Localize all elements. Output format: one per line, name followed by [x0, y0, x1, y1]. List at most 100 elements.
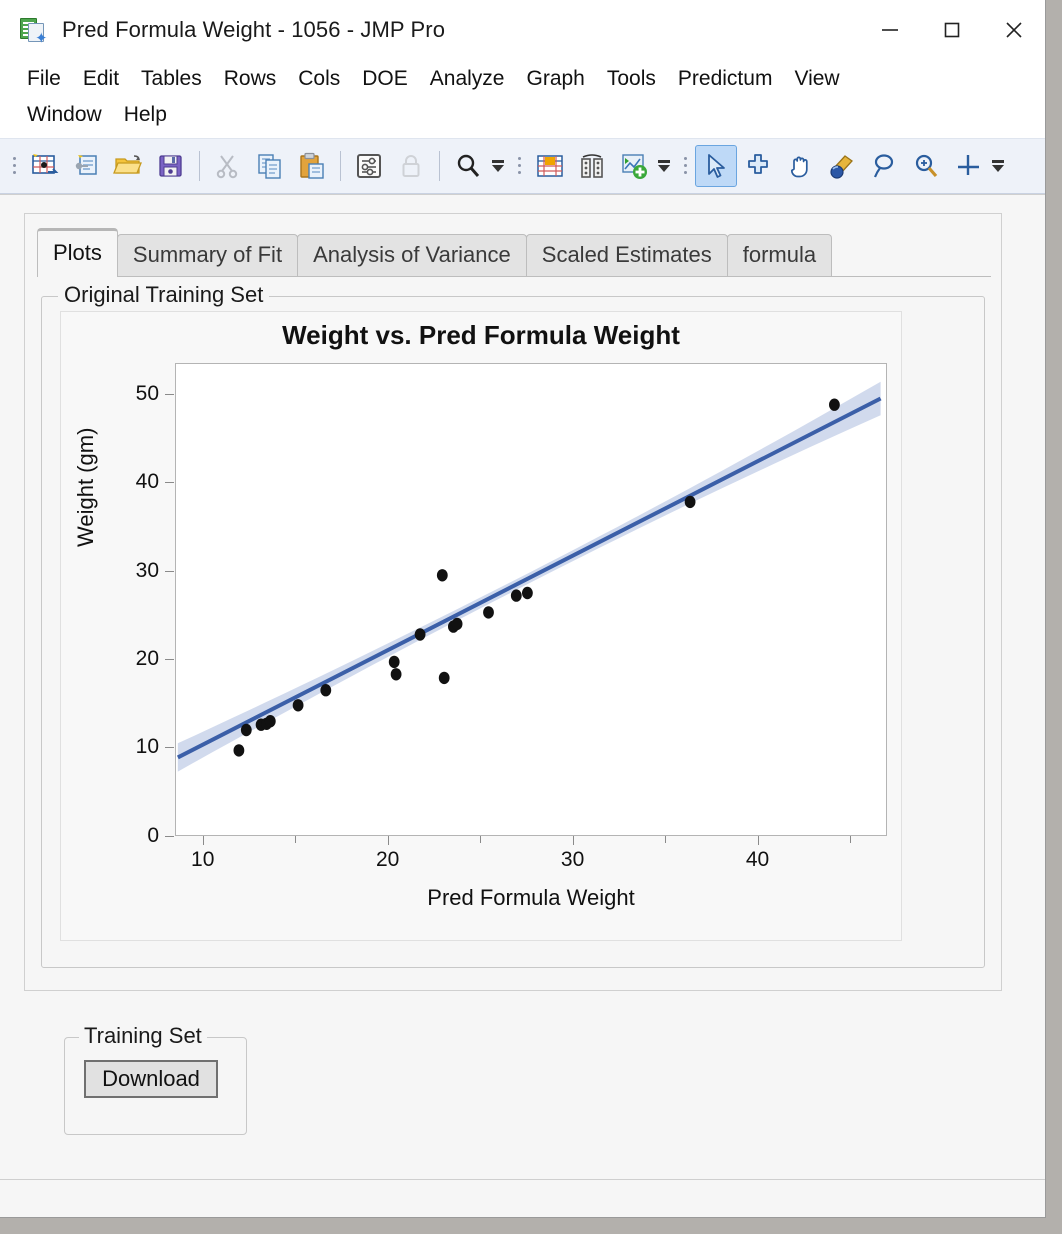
data-point: [233, 744, 245, 757]
y-tick-label: 10: [135, 735, 159, 759]
title-bar: ✦ Pred Formula Weight - 1056 - JMP Pro: [0, 0, 1045, 59]
group-original-training-set: Original Training Set Weight vs. Pred Fo…: [41, 281, 985, 968]
toolbar-grip-icon[interactable]: [514, 151, 524, 181]
magnifier-zoom-icon[interactable]: [905, 145, 947, 187]
tab-strip-underline: [37, 275, 991, 277]
lock-icon[interactable]: [390, 145, 432, 187]
y-tick-mark: [165, 835, 174, 837]
data-point: [483, 606, 494, 619]
download-button[interactable]: Download: [84, 1059, 218, 1098]
scatter-plot-svg: [176, 381, 882, 772]
close-button[interactable]: [983, 0, 1045, 59]
toolbar-separator: [340, 150, 341, 181]
toolbar: [0, 137, 1045, 194]
y-tick-label: 50: [135, 381, 159, 405]
menu-item-predictum[interactable]: Predictum: [667, 61, 784, 97]
minimize-button[interactable]: [859, 0, 921, 59]
save-icon[interactable]: [150, 145, 192, 187]
data-point: [684, 495, 696, 508]
menu-item-cols[interactable]: Cols: [287, 61, 351, 97]
tab-formula[interactable]: formula: [726, 233, 833, 276]
maximize-button[interactable]: [921, 0, 983, 59]
new-script-icon[interactable]: [66, 145, 108, 187]
tab-summary-of-fit[interactable]: Summary of Fit: [116, 233, 299, 276]
toolbar-group-tools: [673, 140, 1007, 192]
y-tick-mark: [165, 393, 174, 395]
lasso-icon[interactable]: [863, 145, 905, 187]
report-content: Plots Summary of Fit Analysis of Varianc…: [0, 193, 1045, 1217]
data-point: [390, 667, 402, 681]
x-tick-mark: [850, 835, 851, 843]
open-folder-icon[interactable]: [108, 145, 150, 187]
menu-item-file[interactable]: File: [16, 61, 72, 97]
data-table-icon[interactable]: [529, 145, 571, 187]
toolbar-group-file: [2, 140, 507, 192]
scatterplot-panel: Weight vs. Pred Formula Weight Weight (g…: [60, 310, 902, 941]
x-tick-mark: [387, 835, 389, 845]
menu-item-view[interactable]: View: [783, 61, 850, 97]
data-point: [292, 698, 304, 712]
toolbar-separator: [439, 150, 440, 181]
y-tick-mark: [165, 570, 174, 572]
data-point: [436, 568, 448, 582]
menu-item-graph[interactable]: Graph: [516, 61, 596, 97]
tab-scaled-estimates[interactable]: Scaled Estimates: [525, 233, 728, 276]
x-tick-label: 30: [560, 847, 585, 871]
toolbar-overflow-icon[interactable]: [655, 145, 673, 187]
x-tick-mark: [665, 835, 667, 843]
paste-icon[interactable]: [291, 145, 333, 187]
x-tick-mark: [757, 835, 759, 845]
x-axis-title: Pred Formula Weight: [427, 884, 635, 910]
window-controls: [859, 0, 1045, 59]
hand-pan-icon[interactable]: [779, 145, 821, 187]
tab-plots[interactable]: Plots: [37, 227, 118, 278]
y-tick-mark: [165, 659, 174, 661]
brush-icon[interactable]: [821, 145, 863, 187]
tab-analysis-of-variance[interactable]: Analysis of Variance: [297, 233, 527, 276]
x-tick-mark: [295, 835, 297, 843]
menu-item-doe[interactable]: DOE: [351, 61, 419, 97]
fit-line: [176, 396, 882, 760]
x-tick-label: 40: [745, 847, 770, 871]
x-tick-label: 10: [191, 847, 215, 871]
menu-item-tables[interactable]: Tables: [130, 61, 213, 97]
data-point: [451, 617, 463, 630]
menu-item-tools[interactable]: Tools: [596, 61, 667, 97]
column-viewer-icon[interactable]: [571, 145, 613, 187]
jmp-document-icon: ✦: [18, 15, 48, 46]
toolbar-overflow-icon[interactable]: [489, 145, 507, 187]
toolbar-grip-icon[interactable]: [9, 151, 19, 181]
arrow-select-icon[interactable]: [695, 144, 737, 187]
data-point: [388, 655, 400, 668]
y-tick-label: 40: [135, 470, 159, 494]
add-graph-icon[interactable]: [613, 145, 655, 187]
copy-icon[interactable]: [249, 145, 291, 187]
menu-item-help[interactable]: Help: [113, 97, 178, 133]
menu-item-edit[interactable]: Edit: [72, 61, 130, 97]
menu-item-window[interactable]: Window: [16, 97, 113, 133]
crosshair-select-icon[interactable]: [737, 145, 779, 187]
y-tick-label: 20: [135, 647, 159, 671]
crosshair-icon[interactable]: [947, 145, 989, 187]
plot-area[interactable]: [175, 362, 887, 836]
new-data-table-icon[interactable]: [24, 145, 66, 187]
y-tick-mark: [165, 482, 174, 484]
toolbar-group-table: [507, 140, 673, 192]
toolbar-separator: [199, 150, 200, 181]
cut-icon[interactable]: [207, 145, 249, 187]
jmp-window: ✦ Pred Formula Weight - 1056 - JMP Pro F…: [0, 0, 1046, 1218]
toolbar-grip-icon[interactable]: [680, 151, 690, 181]
data-point: [320, 683, 332, 697]
data-point: [510, 589, 522, 602]
group-legend-original-training-set: Original Training Set: [58, 281, 270, 308]
preferences-icon[interactable]: [348, 145, 390, 187]
x-tick-mark: [480, 835, 482, 843]
tab-strip: Plots Summary of Fit Analysis of Varianc…: [37, 227, 833, 278]
data-point: [264, 714, 276, 728]
search-icon[interactable]: [447, 145, 489, 187]
x-tick-label: 20: [375, 847, 400, 871]
menu-item-analyze[interactable]: Analyze: [419, 61, 516, 97]
x-tick-mark: [572, 835, 574, 845]
toolbar-overflow-icon[interactable]: [989, 145, 1007, 187]
menu-item-rows[interactable]: Rows: [213, 61, 288, 97]
